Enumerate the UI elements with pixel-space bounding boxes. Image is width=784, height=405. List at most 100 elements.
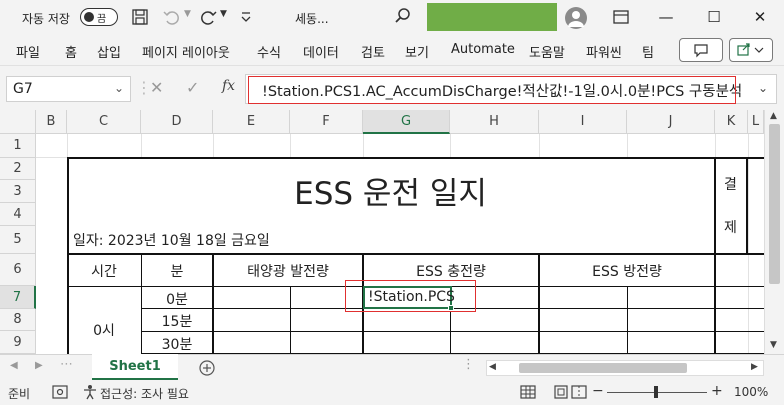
tab-data[interactable]: 데이터 <box>303 42 339 61</box>
column-header-l[interactable]: L <box>748 110 764 134</box>
next-sheet-icon[interactable]: ▶ <box>35 360 43 371</box>
row-header-8[interactable]: 8 <box>0 309 36 331</box>
header-discharge: ESS 방전량 <box>592 264 662 280</box>
column-header-d[interactable]: D <box>141 110 213 134</box>
gridline <box>715 134 716 158</box>
tab-home[interactable]: 홈 <box>65 42 77 61</box>
expand-formula-icon[interactable]: ⌄ <box>758 81 768 95</box>
redo-icon[interactable] <box>200 8 218 26</box>
tab-formulas[interactable]: 수식 <box>257 42 281 61</box>
row-header-9[interactable]: 9 <box>0 331 36 354</box>
prev-sheet-icon[interactable]: ◀ <box>10 360 18 371</box>
row-header-2[interactable]: 2 <box>0 158 36 180</box>
formula-input[interactable]: !Station.PCS1.AC_AccumDisCharge!적산값!-1일.… <box>245 74 777 104</box>
name-box[interactable]: G7 ⌄ <box>6 76 131 102</box>
comments-button[interactable] <box>679 38 723 62</box>
tab-insert[interactable]: 삽입 <box>97 42 121 61</box>
scroll-thumb[interactable] <box>519 363 687 373</box>
row-header-7[interactable]: 7 <box>0 286 36 309</box>
macro-record-icon[interactable] <box>52 385 68 399</box>
tab-file[interactable]: 파일 <box>16 42 40 61</box>
ribbon-tabs: 파일 홈 삽입 페이지 레이아웃 수식 데이터 검토 보기 Automate 도… <box>0 34 784 66</box>
column-header-c[interactable]: C <box>67 110 141 134</box>
tab-view[interactable]: 보기 <box>405 42 429 61</box>
page-layout-view-icon[interactable] <box>553 384 569 400</box>
row-header-5[interactable]: 5 <box>0 226 36 254</box>
zoom-in-icon[interactable]: + <box>711 383 723 399</box>
column-header-j[interactable]: J <box>627 110 715 134</box>
zoom-slider-thumb[interactable] <box>654 386 658 398</box>
scroll-thumb[interactable] <box>769 124 780 284</box>
row-header-6[interactable]: 6 <box>0 254 36 286</box>
cancel-icon[interactable]: ✕ <box>150 78 163 97</box>
share-button[interactable] <box>729 38 773 62</box>
comment-icon <box>694 44 708 58</box>
gridline <box>67 134 68 158</box>
accessibility-status[interactable]: 접근성: 조사 필요 <box>100 385 189 402</box>
tab-page-layout[interactable]: 페이지 레이아웃 <box>142 42 230 61</box>
column-headers: B C D E F G H I J K L <box>0 110 784 134</box>
worksheet-grid[interactable]: B C D E F G H I J K L 1 2 3 4 5 6 7 8 9 <box>0 110 784 354</box>
tab-help[interactable]: 도움말 <box>529 42 565 61</box>
zoom-level[interactable]: 100% <box>734 385 768 399</box>
row-header-3[interactable]: 3 <box>0 180 36 203</box>
scroll-down-icon[interactable]: ▼ <box>770 340 777 350</box>
normal-view-icon[interactable] <box>520 384 536 400</box>
table-border <box>141 331 764 332</box>
gridline <box>213 134 214 158</box>
horizontal-scrollbar[interactable]: ◀ ▶ <box>486 360 764 376</box>
row-header-4[interactable]: 4 <box>0 203 36 226</box>
tab-review[interactable]: 검토 <box>361 42 385 61</box>
page-break-view-icon[interactable] <box>571 384 587 400</box>
column-header-b[interactable]: B <box>36 110 67 134</box>
status-bar: 준비 접근성: 조사 필요 − + 100% <box>0 380 784 405</box>
column-header-k[interactable]: K <box>715 110 748 134</box>
hour-label: 0시 <box>93 323 115 339</box>
tab-team[interactable]: 팀 <box>642 42 654 61</box>
tab-powercn[interactable]: 파워씬 <box>586 42 622 61</box>
search-icon[interactable] <box>394 7 412 25</box>
add-sheet-icon[interactable] <box>199 360 215 376</box>
table-border <box>714 157 716 254</box>
column-header-h[interactable]: H <box>450 110 539 134</box>
search-box[interactable] <box>427 3 557 31</box>
save-icon[interactable] <box>131 8 149 26</box>
undo-icon[interactable] <box>162 8 180 26</box>
tab-automate[interactable]: Automate <box>451 42 515 57</box>
sheet-tab-sheet1[interactable]: Sheet1 <box>92 354 178 380</box>
close-icon[interactable]: ✕ <box>750 7 770 27</box>
column-header-f[interactable]: F <box>290 110 363 134</box>
insert-function-icon[interactable]: fx <box>222 78 235 94</box>
column-header-g[interactable]: G <box>363 110 450 134</box>
accessibility-icon[interactable] <box>83 384 97 400</box>
scroll-left-icon[interactable]: ◀ <box>489 362 496 372</box>
user-avatar[interactable] <box>565 7 587 29</box>
customize-qat-icon[interactable] <box>237 8 255 26</box>
minimize-icon[interactable]: — <box>656 7 676 27</box>
scroll-right-icon[interactable]: ▶ <box>751 362 758 372</box>
enter-icon[interactable]: ✓ <box>186 78 199 97</box>
column-header-i[interactable]: I <box>539 110 627 134</box>
select-all-corner[interactable] <box>0 110 36 134</box>
zoom-out-icon[interactable]: − <box>592 383 604 399</box>
person-icon <box>568 11 584 27</box>
redo-dropdown-icon[interactable]: ▼ <box>220 9 238 27</box>
maximize-icon[interactable]: ☐ <box>704 7 724 27</box>
approval-label-1: 결 <box>724 177 737 193</box>
chevron-down-icon[interactable]: ⌄ <box>114 81 124 95</box>
scroll-up-icon[interactable]: ▲ <box>770 111 777 121</box>
gridline <box>450 134 451 158</box>
row-header-1[interactable]: 1 <box>0 134 36 158</box>
share-icon <box>737 43 764 56</box>
autosave-toggle[interactable]: 끔 <box>80 8 118 26</box>
file-name[interactable]: 세동... <box>295 10 329 27</box>
more-icon: ⋯ <box>60 357 73 372</box>
header-charge: ESS 충전량 <box>416 264 486 280</box>
toggle-knob <box>84 12 94 22</box>
approval-label-2: 제 <box>724 220 737 236</box>
vertical-scrollbar[interactable]: ▲ ▼ <box>764 110 784 354</box>
gridline <box>363 134 364 158</box>
ribbon-display-icon[interactable] <box>612 8 630 26</box>
journal-date: 일자: 2023년 10월 18일 금요일 <box>73 233 270 249</box>
column-header-e[interactable]: E <box>213 110 290 134</box>
